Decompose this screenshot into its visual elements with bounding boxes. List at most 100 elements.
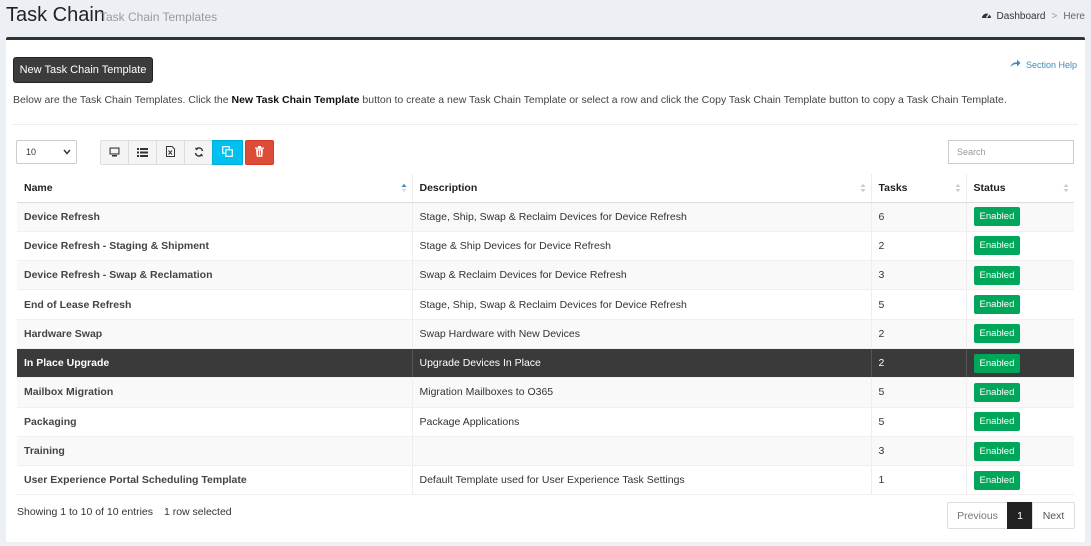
column-header-tasks-label: Tasks	[878, 181, 908, 194]
export-file-icon	[166, 144, 175, 162]
table-header-row: Name Description Tasks Status	[17, 174, 1074, 203]
description-bold: New Task Chain Template	[231, 94, 360, 106]
page-title: Task Chain	[6, 4, 105, 26]
cell-status: Enabled	[965, 202, 1074, 232]
section-help-link[interactable]: Section Help	[1010, 59, 1077, 70]
sort-icon	[860, 183, 866, 196]
cell-name: Training	[17, 436, 412, 467]
column-header-status[interactable]: Status	[965, 174, 1074, 203]
table-row[interactable]: End of Lease Refresh Stage, Ship, Swap & …	[17, 289, 1074, 320]
sort-icon	[955, 183, 961, 196]
description-text-start: Below are the Task Chain Templates. Clic…	[13, 94, 232, 106]
monitor-button[interactable]	[100, 140, 129, 165]
table-info: Showing 1 to 10 of 10 entries 1 row sele…	[17, 506, 232, 518]
table-row[interactable]: Packaging Package Applications 5 Enabled	[17, 407, 1074, 437]
page-description: Below are the Task Chain Templates. Clic…	[13, 94, 1007, 106]
breadcrumb-separator: >	[1051, 10, 1058, 22]
cell-description	[411, 436, 871, 467]
cell-tasks: 2	[870, 348, 966, 379]
status-badge: Enabled	[973, 441, 1021, 461]
cell-status: Enabled	[965, 319, 1074, 349]
status-badge: Enabled	[973, 265, 1021, 285]
divider	[13, 124, 1078, 125]
cell-status: Enabled	[965, 377, 1074, 408]
table-row[interactable]: Training 3 Enabled	[17, 436, 1074, 467]
page-subtitle: Task Chain Templates	[100, 10, 218, 24]
cell-name: End of Lease Refresh	[17, 289, 412, 320]
cell-tasks: 3	[870, 260, 966, 291]
cell-tasks: 2	[870, 319, 966, 349]
sort-icon	[1063, 183, 1069, 196]
list-view-button[interactable]	[128, 140, 157, 165]
export-button[interactable]	[156, 140, 185, 165]
cell-status: Enabled	[965, 465, 1074, 496]
cell-name: Device Refresh - Swap & Reclamation	[17, 260, 412, 291]
column-header-name[interactable]: Name	[17, 174, 412, 203]
table-row[interactable]: Device Refresh Stage, Ship, Swap & Reclai…	[17, 202, 1074, 232]
status-badge: Enabled	[973, 382, 1021, 402]
cell-status: Enabled	[965, 436, 1074, 467]
selection-info: 1 row selected	[163, 506, 232, 518]
cell-name: Hardware Swap	[17, 319, 412, 349]
status-badge: Enabled	[973, 207, 1021, 227]
breadcrumb-dashboard-link[interactable]: Dashboard	[997, 11, 1046, 22]
refresh-icon	[194, 144, 204, 162]
page-length-select[interactable]: 10	[16, 140, 77, 164]
cell-status: Enabled	[965, 231, 1074, 262]
next-page-button[interactable]: Next	[1032, 502, 1075, 529]
status-badge: Enabled	[973, 324, 1021, 344]
status-badge: Enabled	[973, 412, 1021, 432]
table-row[interactable]: Device Refresh - Swap & Reclamation Swap …	[17, 260, 1074, 291]
templates-table: Name Description Tasks Status Device Ref…	[17, 174, 1074, 496]
cell-status: Enabled	[965, 260, 1074, 291]
table-row[interactable]: Device Refresh - Staging & Shipment Stage…	[17, 231, 1074, 262]
page-1-button[interactable]: 1	[1007, 502, 1033, 529]
status-badge: Enabled	[973, 353, 1021, 373]
cell-tasks: 6	[870, 202, 966, 232]
cell-tasks: 5	[870, 289, 966, 320]
pagination: Previous 1 Next	[947, 502, 1075, 529]
table-row-selected[interactable]: In Place Upgrade Upgrade Devices In Place…	[17, 348, 1074, 379]
cell-description: Swap & Reclaim Devices for Device Refres…	[411, 260, 871, 291]
cell-description: Migration Mailboxes to O365	[411, 377, 871, 408]
cell-tasks: 3	[870, 436, 966, 467]
share-arrow-icon	[1010, 59, 1026, 70]
cell-description: Stage, Ship, Swap & Reclaim Devices for …	[411, 202, 871, 232]
cell-name: User Experience Portal Scheduling Templa…	[17, 465, 412, 496]
page-length-value: 10	[26, 147, 37, 157]
content-header: Task Chain Task Chain Templates Dashboar…	[0, 0, 1091, 36]
monitor-icon	[109, 144, 120, 162]
delete-button[interactable]	[245, 140, 274, 165]
status-badge: Enabled	[973, 470, 1021, 490]
status-badge: Enabled	[973, 236, 1021, 256]
copy-template-button[interactable]	[212, 140, 243, 165]
cell-name: Device Refresh - Staging & Shipment	[17, 231, 412, 262]
trash-icon	[255, 144, 264, 162]
cell-status: Enabled	[965, 407, 1074, 437]
refresh-button[interactable]	[184, 140, 213, 165]
column-header-tasks[interactable]: Tasks	[870, 174, 966, 203]
breadcrumb: Dashboard > Here	[981, 10, 1085, 22]
cell-description: Swap Hardware with New Devices	[411, 319, 871, 349]
column-header-description[interactable]: Description	[411, 174, 871, 203]
status-badge: Enabled	[973, 295, 1021, 315]
table-row[interactable]: User Experience Portal Scheduling Templa…	[17, 465, 1074, 496]
cell-name: Packaging	[17, 407, 412, 437]
cell-name: In Place Upgrade	[17, 348, 412, 379]
templates-panel: New Task Chain Template Section Help Bel…	[6, 37, 1085, 542]
table-toolbar	[100, 140, 274, 165]
table-row[interactable]: Hardware Swap Swap Hardware with New Devi…	[17, 319, 1074, 349]
search-input[interactable]: Search	[948, 140, 1074, 164]
dashboard-icon	[981, 10, 997, 22]
cell-tasks: 1	[870, 465, 966, 496]
cell-name: Device Refresh	[17, 202, 412, 232]
section-help-label: Section Help	[1025, 59, 1077, 70]
column-header-status-label: Status	[973, 181, 1006, 194]
entries-info: Showing 1 to 10 of 10 entries	[17, 506, 154, 518]
cell-status: Enabled	[965, 348, 1074, 379]
table-row[interactable]: Mailbox Migration Migration Mailboxes to …	[17, 377, 1074, 408]
cell-tasks: 5	[870, 407, 966, 437]
new-task-chain-template-button[interactable]: New Task Chain Template	[13, 57, 153, 83]
cell-description: Default Template used for User Experienc…	[411, 465, 871, 496]
previous-page-button[interactable]: Previous	[947, 502, 1008, 529]
